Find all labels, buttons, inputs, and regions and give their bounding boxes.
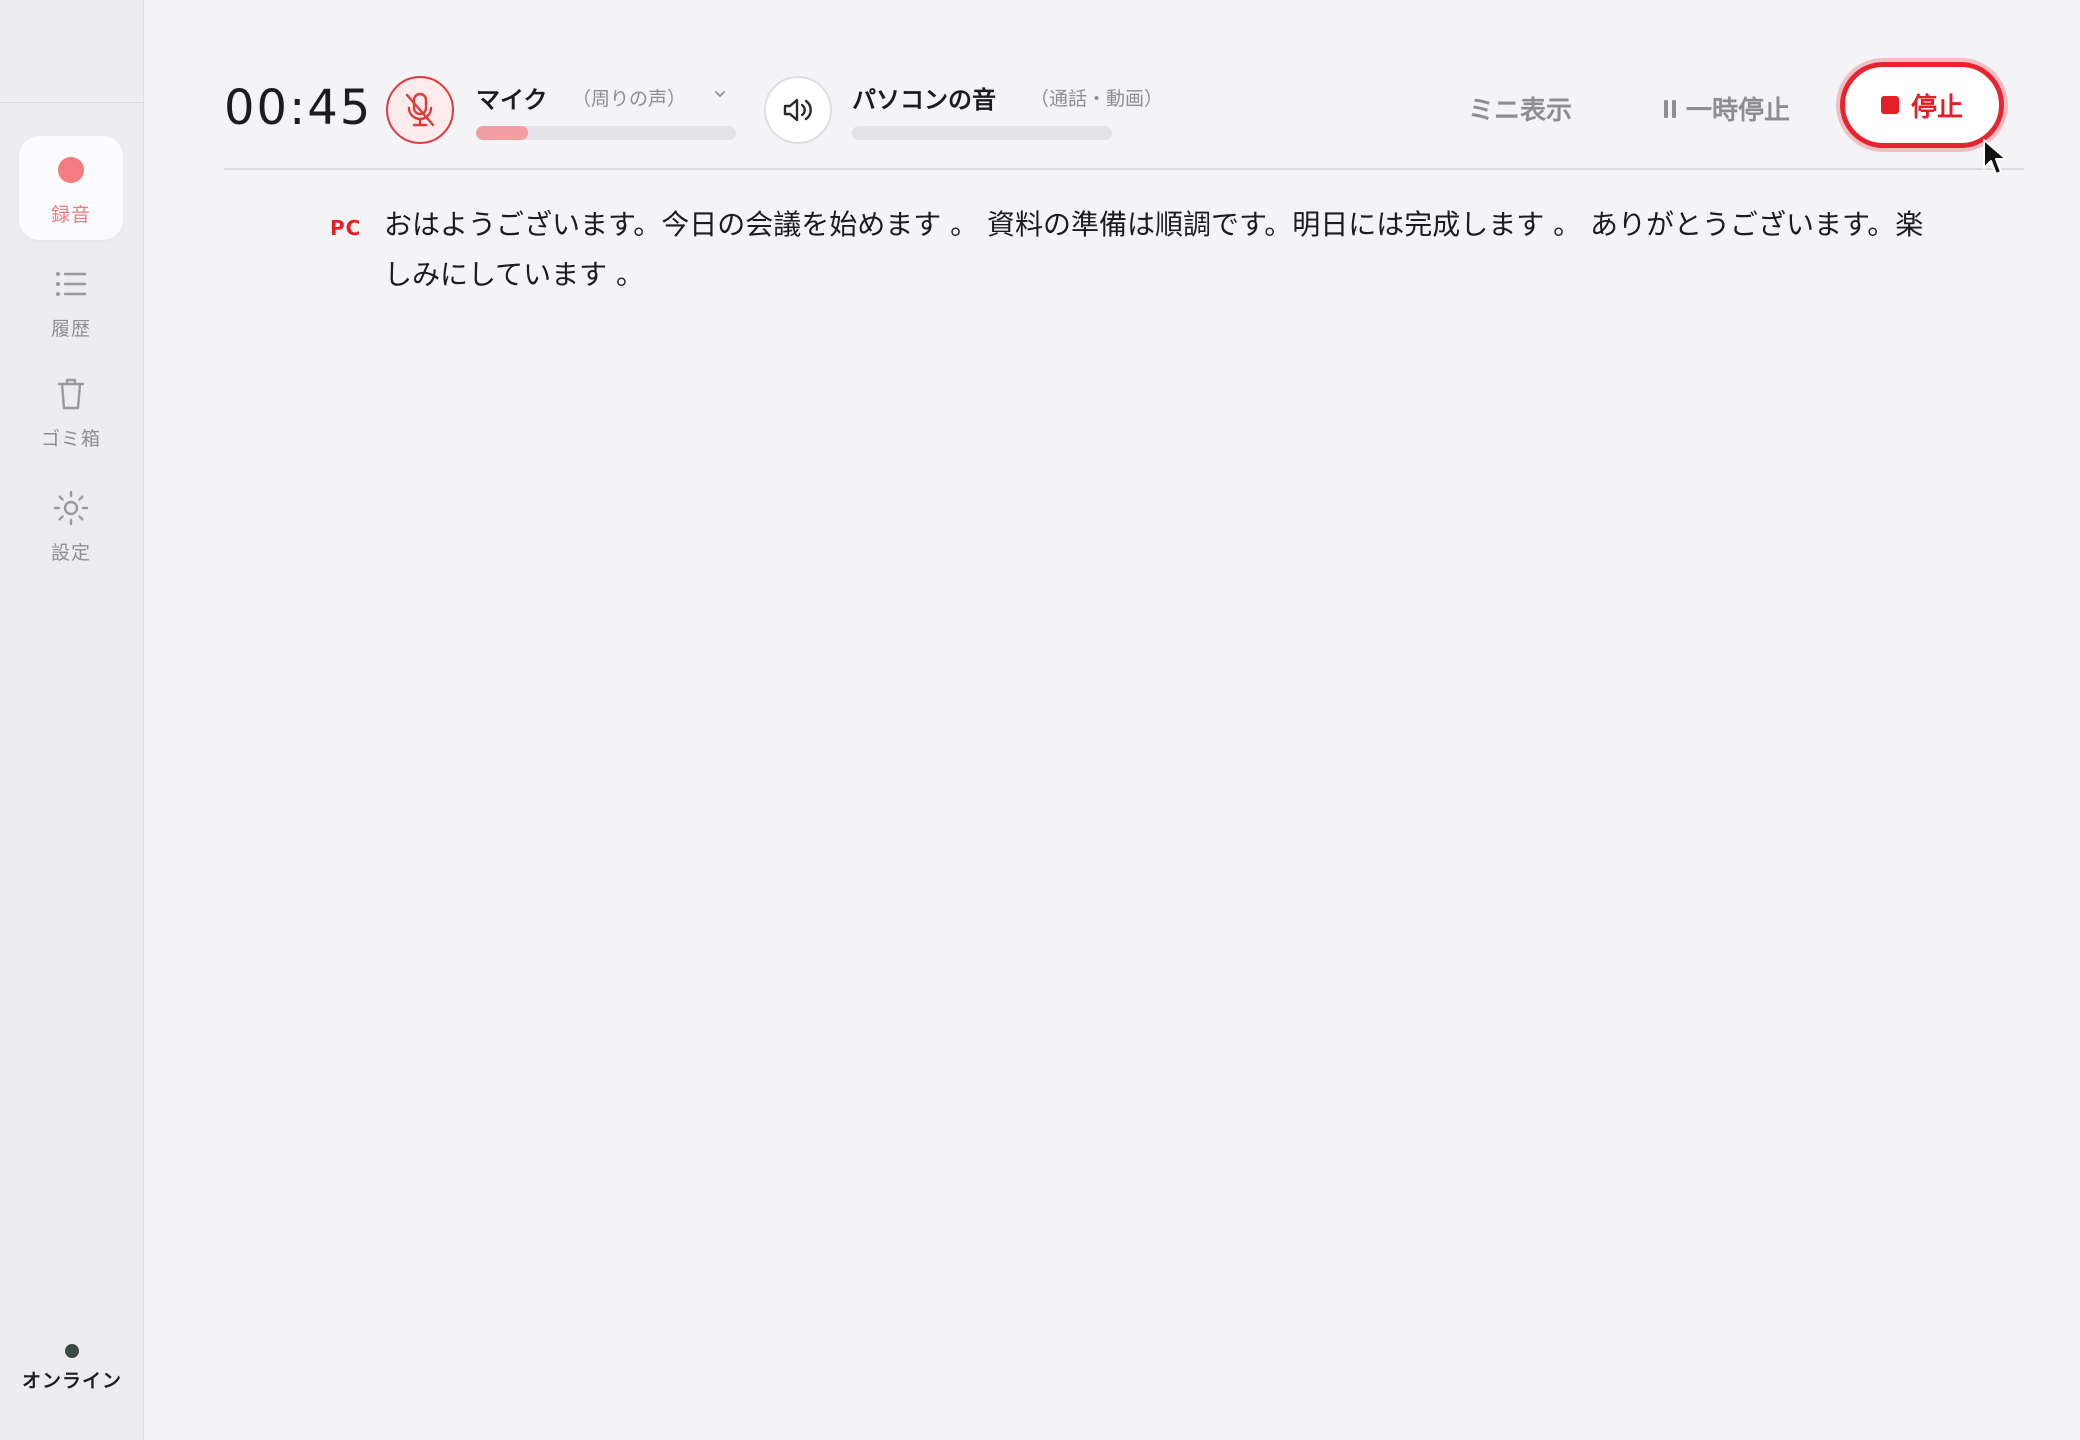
sidebar-item-label: 設定 bbox=[50, 542, 91, 564]
sidebar: 録音 履歴 ゴミ箱 設定 オンライン bbox=[0, 0, 144, 1440]
mic-select-chevron-icon[interactable] bbox=[714, 84, 726, 103]
stop-button[interactable]: 停止 bbox=[1840, 62, 2004, 148]
mini-view-label: ミニ表示 bbox=[1468, 96, 1573, 126]
sidebar-item-history[interactable]: 履歴 bbox=[19, 250, 123, 354]
sidebar-item-label: 録音 bbox=[50, 204, 91, 226]
pause-icon bbox=[1664, 99, 1676, 118]
pc-audio-level-meter bbox=[852, 126, 1112, 140]
speaker-icon bbox=[783, 98, 812, 122]
record-dot-icon bbox=[19, 152, 123, 188]
mic-level-meter bbox=[476, 126, 736, 140]
mouse-pointer-icon bbox=[1982, 138, 2010, 182]
pause-button[interactable]: 一時停止 bbox=[1664, 90, 1790, 127]
pause-label: 一時停止 bbox=[1686, 96, 1791, 126]
sun-gear-icon bbox=[19, 490, 123, 526]
mic-source-subtitle: （周りの声） bbox=[572, 88, 687, 110]
recording-timer: 00:45 bbox=[224, 80, 373, 136]
connection-status: オンライン bbox=[0, 1344, 144, 1393]
mic-toggle-button[interactable] bbox=[386, 76, 454, 144]
sidebar-item-label: ゴミ箱 bbox=[40, 428, 101, 450]
stop-label: 停止 bbox=[1910, 92, 1963, 123]
sidebar-item-record[interactable]: 録音 bbox=[19, 136, 123, 240]
app-window: 録音 履歴 ゴミ箱 設定 オンライン 00:45 マイク （周りの声） パソコン… bbox=[0, 0, 2080, 1440]
sidebar-item-trash[interactable]: ゴミ箱 bbox=[19, 360, 123, 464]
stop-icon bbox=[1880, 96, 1899, 114]
sidebar-item-label: 履歴 bbox=[50, 318, 91, 340]
pc-audio-source-title: パソコンの音 bbox=[852, 86, 996, 114]
mic-source-title: マイク bbox=[476, 86, 548, 114]
pc-audio-toggle-button[interactable] bbox=[764, 76, 832, 144]
transcript-text: おはようございます。今日の会議を始めます 。 資料の準備は順調です。明日には完成… bbox=[384, 208, 1924, 291]
speaker-tag: PC bbox=[330, 216, 362, 240]
recording-toolbar: 00:45 マイク （周りの声） パソコンの音 （通話・動画） ミニ表示 一時停… bbox=[224, 52, 2024, 170]
trash-icon bbox=[19, 376, 123, 412]
list-icon bbox=[19, 266, 123, 302]
status-label: オンライン bbox=[21, 1370, 122, 1392]
mini-view-button[interactable]: ミニ表示 bbox=[1468, 90, 1572, 127]
sidebar-divider bbox=[0, 102, 144, 103]
status-dot-icon bbox=[65, 1344, 79, 1358]
mic-muted-icon bbox=[405, 92, 435, 127]
pc-audio-source-subtitle: （通話・動画） bbox=[1030, 88, 1164, 110]
sidebar-item-settings[interactable]: 設定 bbox=[19, 474, 123, 578]
mic-level-fill bbox=[476, 126, 528, 140]
